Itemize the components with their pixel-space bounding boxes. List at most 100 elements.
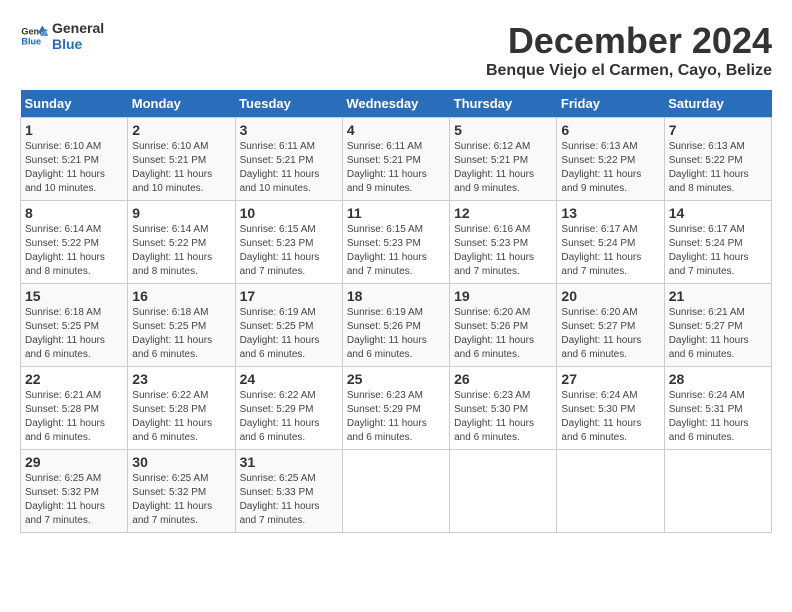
day-number: 30 [132,454,230,470]
day-info: Sunrise: 6:10 AM Sunset: 5:21 PM Dayligh… [25,140,123,196]
day-number: 29 [25,454,123,470]
logo-blue: Blue [52,36,104,52]
calendar-cell: 26Sunrise: 6:23 AM Sunset: 5:30 PM Dayli… [450,367,557,450]
day-info: Sunrise: 6:25 AM Sunset: 5:33 PM Dayligh… [240,472,338,528]
day-number: 19 [454,288,552,304]
calendar-cell: 10Sunrise: 6:15 AM Sunset: 5:23 PM Dayli… [235,201,342,284]
day-number: 10 [240,205,338,221]
day-number: 8 [25,205,123,221]
svg-text:Blue: Blue [21,36,41,46]
location-subtitle: Benque Viejo el Carmen, Cayo, Belize [486,62,772,80]
calendar-cell: 4 Sunrise: 6:11 AM Sunset: 5:21 PM Daylig… [342,118,449,201]
day-number: 16 [132,288,230,304]
day-number: 6 [561,122,659,138]
day-info: Sunrise: 6:21 AM Sunset: 5:28 PM Dayligh… [25,389,123,445]
day-info: Sunrise: 6:12 AM Sunset: 5:21 PM Dayligh… [454,140,552,196]
day-header-thursday: Thursday [450,90,557,118]
day-info: Sunrise: 6:14 AM Sunset: 5:22 PM Dayligh… [132,223,230,279]
page-header: General Blue General Blue December 2024 … [20,20,772,80]
day-number: 12 [454,205,552,221]
calendar-table: SundayMondayTuesdayWednesdayThursdayFrid… [20,90,772,533]
day-number: 25 [347,371,445,387]
calendar-cell: 16 Sunrise: 6:18 AM Sunset: 5:25 PM Dayli… [128,284,235,367]
day-info: Sunrise: 6:15 AM Sunset: 5:23 PM Dayligh… [347,223,445,279]
day-info: Sunrise: 6:13 AM Sunset: 5:22 PM Dayligh… [669,140,767,196]
day-number: 9 [132,205,230,221]
day-number: 18 [347,288,445,304]
month-title: December 2024 [486,20,772,62]
day-number: 15 [25,288,123,304]
calendar-cell [664,450,771,533]
day-number: 4 [347,122,445,138]
day-number: 13 [561,205,659,221]
day-number: 20 [561,288,659,304]
day-header-monday: Monday [128,90,235,118]
day-info: Sunrise: 6:21 AM Sunset: 5:27 PM Dayligh… [669,306,767,362]
day-number: 11 [347,205,445,221]
calendar-cell: 19 Sunrise: 6:20 AM Sunset: 5:26 PM Dayli… [450,284,557,367]
calendar-cell: 1 Sunrise: 6:10 AM Sunset: 5:21 PM Daylig… [21,118,128,201]
calendar-cell: 5Sunrise: 6:12 AM Sunset: 5:21 PM Daylig… [450,118,557,201]
calendar-cell: 23 Sunrise: 6:22 AM Sunset: 5:28 PM Dayli… [128,367,235,450]
logo: General Blue General Blue [20,20,104,52]
day-number: 27 [561,371,659,387]
title-block: December 2024 Benque Viejo el Carmen, Ca… [486,20,772,80]
calendar-cell: 18 Sunrise: 6:19 AM Sunset: 5:26 PM Dayli… [342,284,449,367]
day-info: Sunrise: 6:18 AM Sunset: 5:25 PM Dayligh… [25,306,123,362]
logo-general: General [52,20,104,36]
day-info: Sunrise: 6:14 AM Sunset: 5:22 PM Dayligh… [25,223,123,279]
calendar-cell: 14Sunrise: 6:17 AM Sunset: 5:24 PM Dayli… [664,201,771,284]
calendar-cell: 15 Sunrise: 6:18 AM Sunset: 5:25 PM Dayli… [21,284,128,367]
calendar-cell: 27 Sunrise: 6:24 AM Sunset: 5:30 PM Dayli… [557,367,664,450]
day-number: 22 [25,371,123,387]
calendar-cell: 21 Sunrise: 6:21 AM Sunset: 5:27 PM Dayli… [664,284,771,367]
day-info: Sunrise: 6:24 AM Sunset: 5:30 PM Dayligh… [561,389,659,445]
calendar-cell: 17Sunrise: 6:19 AM Sunset: 5:25 PM Dayli… [235,284,342,367]
day-number: 14 [669,205,767,221]
calendar-week-2: 8 Sunrise: 6:14 AM Sunset: 5:22 PM Daylig… [21,201,772,284]
calendar-cell: 28Sunrise: 6:24 AM Sunset: 5:31 PM Dayli… [664,367,771,450]
day-info: Sunrise: 6:19 AM Sunset: 5:25 PM Dayligh… [240,306,338,362]
day-info: Sunrise: 6:13 AM Sunset: 5:22 PM Dayligh… [561,140,659,196]
day-info: Sunrise: 6:11 AM Sunset: 5:21 PM Dayligh… [240,140,338,196]
day-number: 21 [669,288,767,304]
calendar-header-row: SundayMondayTuesdayWednesdayThursdayFrid… [21,90,772,118]
day-header-tuesday: Tuesday [235,90,342,118]
calendar-cell: 30Sunrise: 6:25 AM Sunset: 5:32 PM Dayli… [128,450,235,533]
day-header-wednesday: Wednesday [342,90,449,118]
day-info: Sunrise: 6:16 AM Sunset: 5:23 PM Dayligh… [454,223,552,279]
calendar-cell: 22 Sunrise: 6:21 AM Sunset: 5:28 PM Dayli… [21,367,128,450]
day-number: 23 [132,371,230,387]
calendar-cell: 13 Sunrise: 6:17 AM Sunset: 5:24 PM Dayli… [557,201,664,284]
calendar-cell: 9 Sunrise: 6:14 AM Sunset: 5:22 PM Daylig… [128,201,235,284]
day-number: 24 [240,371,338,387]
calendar-cell: 2Sunrise: 6:10 AM Sunset: 5:21 PM Daylig… [128,118,235,201]
calendar-cell: 24Sunrise: 6:22 AM Sunset: 5:29 PM Dayli… [235,367,342,450]
calendar-cell: 20Sunrise: 6:20 AM Sunset: 5:27 PM Dayli… [557,284,664,367]
day-number: 7 [669,122,767,138]
day-number: 3 [240,122,338,138]
day-number: 31 [240,454,338,470]
day-info: Sunrise: 6:25 AM Sunset: 5:32 PM Dayligh… [25,472,123,528]
calendar-cell: 31 Sunrise: 6:25 AM Sunset: 5:33 PM Dayli… [235,450,342,533]
day-number: 2 [132,122,230,138]
day-number: 28 [669,371,767,387]
calendar-cell [342,450,449,533]
calendar-week-4: 22 Sunrise: 6:21 AM Sunset: 5:28 PM Dayli… [21,367,772,450]
day-info: Sunrise: 6:17 AM Sunset: 5:24 PM Dayligh… [561,223,659,279]
day-number: 1 [25,122,123,138]
day-info: Sunrise: 6:18 AM Sunset: 5:25 PM Dayligh… [132,306,230,362]
calendar-cell: 6 Sunrise: 6:13 AM Sunset: 5:22 PM Daylig… [557,118,664,201]
calendar-cell: 3 Sunrise: 6:11 AM Sunset: 5:21 PM Daylig… [235,118,342,201]
day-header-friday: Friday [557,90,664,118]
day-header-saturday: Saturday [664,90,771,118]
logo-icon: General Blue [20,22,48,50]
calendar-cell [450,450,557,533]
day-info: Sunrise: 6:19 AM Sunset: 5:26 PM Dayligh… [347,306,445,362]
day-info: Sunrise: 6:20 AM Sunset: 5:26 PM Dayligh… [454,306,552,362]
day-info: Sunrise: 6:11 AM Sunset: 5:21 PM Dayligh… [347,140,445,196]
day-info: Sunrise: 6:22 AM Sunset: 5:28 PM Dayligh… [132,389,230,445]
calendar-cell: 12 Sunrise: 6:16 AM Sunset: 5:23 PM Dayli… [450,201,557,284]
calendar-week-1: 1 Sunrise: 6:10 AM Sunset: 5:21 PM Daylig… [21,118,772,201]
calendar-week-3: 15 Sunrise: 6:18 AM Sunset: 5:25 PM Dayli… [21,284,772,367]
